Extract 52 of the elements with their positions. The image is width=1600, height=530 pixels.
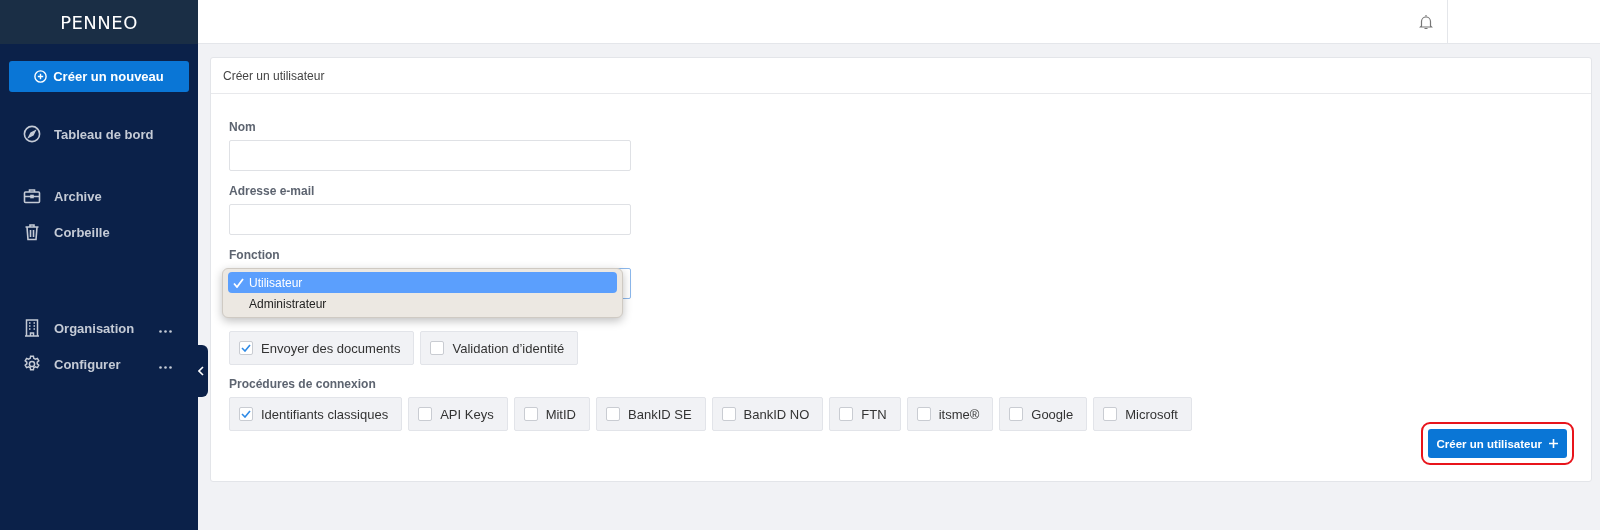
building-icon — [23, 319, 41, 337]
checkbox-option[interactable]: itsme® — [906, 397, 994, 431]
more-icon[interactable] — [159, 365, 172, 369]
checkbox-option[interactable]: API Keys — [408, 397, 508, 431]
briefcase-icon — [23, 187, 41, 205]
checkbox-option[interactable]: MitID — [513, 397, 590, 431]
trash-icon — [23, 223, 41, 241]
check-icon — [241, 344, 251, 352]
checkbox-option[interactable]: BankID SE — [596, 397, 706, 431]
more-icon[interactable] — [159, 329, 172, 333]
input-field[interactable] — [229, 140, 631, 171]
checkbox[interactable] — [418, 407, 433, 421]
checkbox-option[interactable]: Google — [999, 397, 1088, 431]
nav-item[interactable]: Tableau de bord — [0, 116, 198, 152]
checkbox[interactable] — [1103, 407, 1118, 421]
check-icon — [241, 410, 251, 418]
checkbox-option[interactable]: Validation d’identité — [420, 331, 579, 365]
compass-icon — [23, 125, 41, 143]
gear-icon — [23, 355, 41, 373]
create-user-button[interactable]: Créer un utilisateur — [1427, 429, 1567, 458]
nav-item[interactable]: Organisation — [0, 310, 198, 346]
checkbox[interactable] — [1009, 407, 1024, 421]
checkbox[interactable] — [430, 341, 445, 355]
bell-icon[interactable] — [1419, 13, 1433, 30]
field-label: Fonction — [229, 248, 281, 262]
checkbox[interactable] — [839, 407, 854, 421]
brand-logo: PENNEO — [60, 11, 138, 33]
nav-item[interactable]: Archive — [0, 178, 198, 214]
checkbox-option[interactable]: Microsoft — [1093, 397, 1192, 431]
card-title: Créer un utilisateur — [223, 68, 325, 83]
checkbox-option[interactable]: BankID NO — [711, 397, 824, 431]
field-label: Nom — [229, 120, 257, 134]
chevron-left-icon — [198, 366, 204, 376]
checkbox[interactable] — [523, 407, 538, 421]
field-label: Adresse e-mail — [229, 184, 316, 198]
checkbox[interactable] — [239, 407, 253, 421]
checkbox-option[interactable]: FTN — [829, 397, 901, 431]
checkbox-option[interactable]: Envoyer des documents — [229, 331, 415, 365]
input-field[interactable] — [229, 204, 631, 235]
checkbox[interactable] — [239, 341, 253, 355]
dropdown-option[interactable]: Administrateur — [228, 293, 617, 314]
plus-circle-icon — [34, 70, 48, 83]
checkbox[interactable] — [916, 407, 931, 421]
nav-item[interactable]: Configurer — [0, 346, 198, 382]
checkbox-option[interactable]: Identifiants classiques — [229, 397, 403, 431]
checkbox[interactable] — [606, 407, 620, 421]
nav-item[interactable]: Corbeille — [0, 214, 198, 250]
plus-icon — [1549, 439, 1558, 448]
section-label: Procédures de connexion — [229, 377, 377, 391]
checkbox[interactable] — [721, 407, 736, 421]
create-new-button[interactable]: Créer un nouveau — [9, 61, 189, 92]
check-icon — [233, 277, 244, 288]
